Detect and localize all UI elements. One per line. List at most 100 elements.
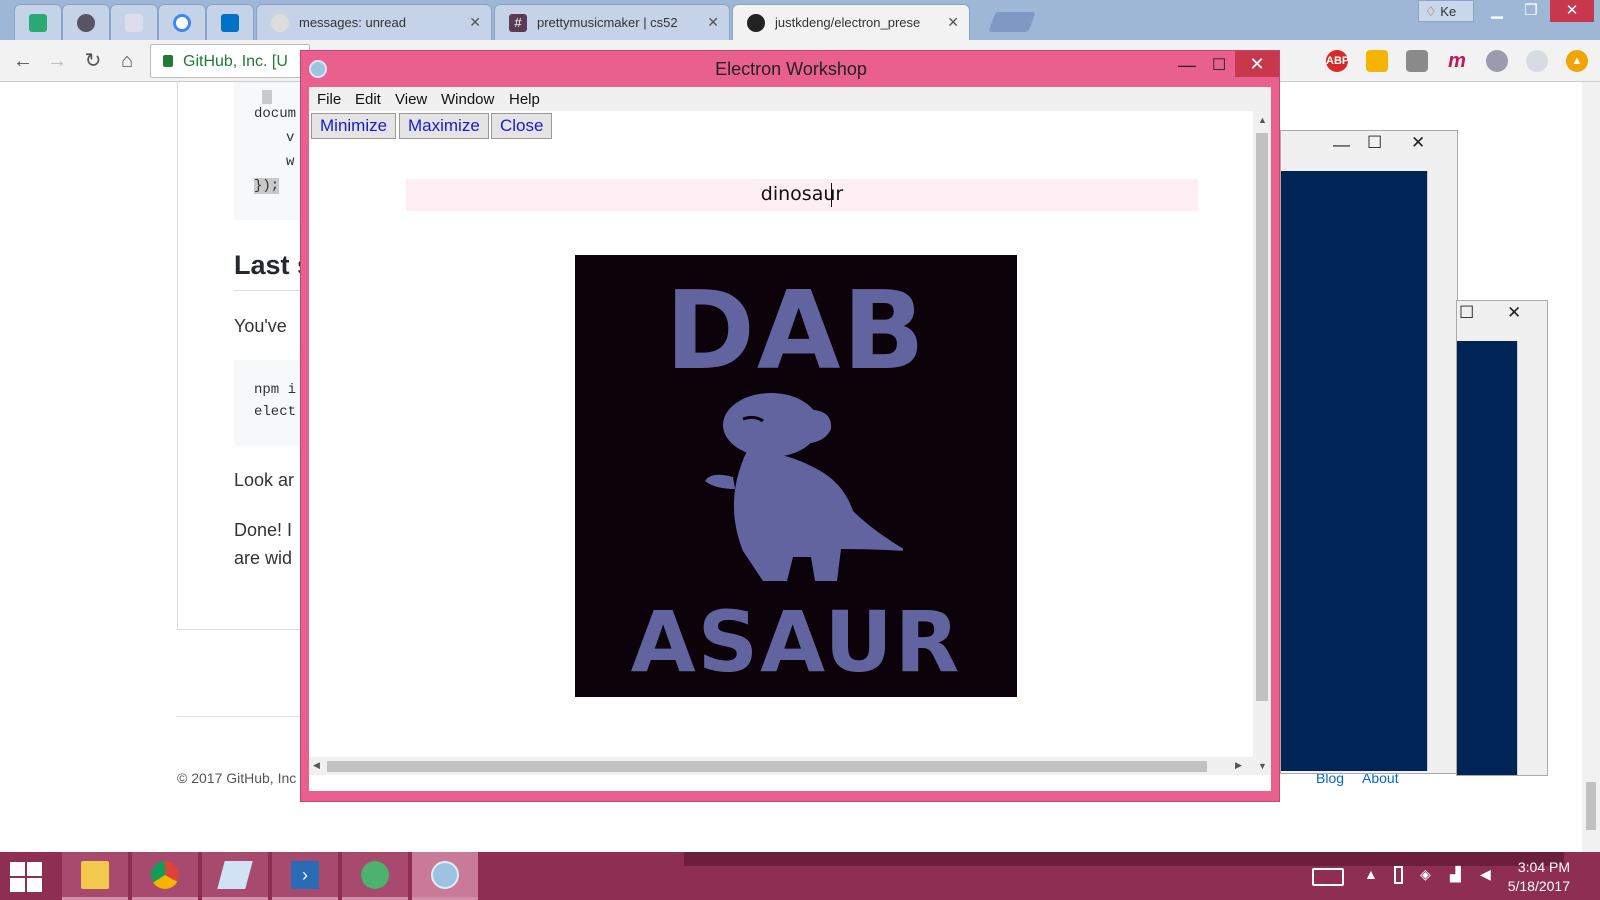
menu-edit[interactable]: Edit xyxy=(355,91,381,108)
chrome-icon xyxy=(151,861,179,889)
tab-pinned-1[interactable] xyxy=(14,4,62,40)
code-line: elect xyxy=(254,404,297,420)
powershell-icon: › xyxy=(291,861,319,889)
profile-icon: ♢ xyxy=(1425,4,1437,19)
windows-logo-pane xyxy=(27,878,42,892)
reload-button[interactable]: ↻ xyxy=(80,48,106,74)
start-button[interactable] xyxy=(10,862,44,892)
taskbar-file-explorer[interactable] xyxy=(62,852,128,900)
tab-pinned-google[interactable] xyxy=(158,4,206,40)
close-icon[interactable]: ✕ xyxy=(1411,133,1425,153)
scroll-up-icon[interactable]: ▲ xyxy=(1258,115,1267,125)
scrollbar-thumb[interactable] xyxy=(327,761,1207,772)
forward-button[interactable]: → xyxy=(44,48,70,74)
windows-logo-icon xyxy=(10,862,25,876)
extension-icon[interactable] xyxy=(1526,50,1548,72)
scroll-right-icon[interactable]: ▶ xyxy=(1235,760,1242,771)
address-text: GitHub, Inc. [U xyxy=(183,53,288,70)
code-line: npm i xyxy=(254,382,297,398)
menu-file[interactable]: File xyxy=(317,91,341,108)
scrollbar[interactable] xyxy=(1517,341,1539,775)
paragraph: Look ar xyxy=(234,470,295,490)
extension-icon[interactable] xyxy=(1366,50,1388,72)
text-caret xyxy=(831,183,832,207)
close-icon[interactable]: ✕ xyxy=(469,14,481,31)
background-window-1[interactable]: — ☐ ✕ xyxy=(1280,130,1458,774)
tab-pinned-3[interactable] xyxy=(110,4,158,40)
scroll-down-icon[interactable]: ▼ xyxy=(1258,761,1267,771)
tab-slack[interactable]: # prettymusicmaker | cs52 ✕ xyxy=(494,4,730,40)
clock[interactable]: 3:04 PM 5/18/2017 xyxy=(1500,858,1570,896)
menu-window[interactable]: Window xyxy=(441,91,494,108)
google-icon xyxy=(173,14,191,32)
github-icon xyxy=(747,14,765,32)
profile-chip[interactable]: ♢ Ke xyxy=(1418,0,1474,22)
lock-icon xyxy=(163,55,173,67)
gif-text-bottom: ASAUR xyxy=(630,593,962,691)
network-icon[interactable]: ▟ xyxy=(1450,866,1461,883)
tab-pinned-2[interactable] xyxy=(62,4,110,40)
battery-icon[interactable] xyxy=(1394,866,1403,884)
chrome-close-button[interactable]: ✕ xyxy=(1550,0,1594,22)
vertical-scrollbar[interactable]: ▲ ▼ xyxy=(1253,111,1271,775)
close-icon[interactable]: ✕ xyxy=(947,14,959,31)
taskbar-chrome[interactable] xyxy=(132,852,198,900)
taskbar: › ▲ ◈ ▟ ◀ 3:04 PM 5/18/2017 xyxy=(0,852,1600,900)
chrome-minimize-button[interactable]: ▁ xyxy=(1480,0,1514,22)
scrollbar-thumb[interactable] xyxy=(1256,133,1268,701)
maximize-button[interactable]: Maximize xyxy=(399,113,489,139)
maximize-icon[interactable]: ☐ xyxy=(1459,303,1474,323)
background-window-2[interactable]: ☐ ✕ xyxy=(1456,300,1548,776)
search-input[interactable]: dinosaur xyxy=(406,179,1198,211)
update-icon[interactable]: ▲ xyxy=(1566,50,1588,72)
electron-icon xyxy=(431,861,459,889)
scrollbar[interactable] xyxy=(1427,171,1447,771)
adblock-icon[interactable]: ABP xyxy=(1326,50,1349,72)
electron-window: Electron Workshop — ☐ ✕ File Edit View W… xyxy=(300,50,1280,802)
dinosaur-icon xyxy=(705,393,903,581)
react-icon[interactable] xyxy=(1486,50,1508,72)
chrome-restore-button[interactable]: ❐ xyxy=(1514,0,1548,22)
tab-reddit[interactable]: messages: unread ✕ xyxy=(256,4,492,40)
window-close-button[interactable]: ✕ xyxy=(1235,51,1279,77)
volume-icon[interactable]: ◀ xyxy=(1480,866,1491,883)
maximize-icon[interactable]: ☐ xyxy=(1367,133,1382,153)
paragraph: You've xyxy=(234,316,287,336)
code-line: v xyxy=(286,130,295,146)
menu-help[interactable]: Help xyxy=(509,91,540,108)
scrollbar-thumb[interactable] xyxy=(1586,782,1596,830)
close-icon[interactable]: ✕ xyxy=(707,14,719,31)
close-button[interactable]: Close xyxy=(491,113,553,139)
taskbar-electron[interactable] xyxy=(412,852,478,900)
close-icon[interactable]: ✕ xyxy=(1507,303,1521,323)
new-tab-button[interactable] xyxy=(988,12,1036,32)
tab-github[interactable]: justkdeng/electron_prese ✕ xyxy=(732,4,970,41)
window-maximize-button[interactable]: ☐ xyxy=(1203,55,1235,81)
menu-view[interactable]: View xyxy=(395,91,427,108)
taskbar-powershell[interactable]: › xyxy=(272,852,338,900)
code-block: npm i elect xyxy=(234,360,304,446)
extension-m-icon[interactable]: m xyxy=(1446,50,1468,72)
scroll-left-icon[interactable]: ◀ xyxy=(313,760,320,771)
paragraph: are wid xyxy=(234,548,293,568)
horizontal-scrollbar[interactable]: ◀ ▶ xyxy=(309,757,1253,775)
app-icon xyxy=(77,14,95,32)
show-hidden-icons-icon[interactable]: ▲ xyxy=(1364,866,1378,882)
extension-icon[interactable] xyxy=(1406,50,1428,72)
window-title: Electron Workshop xyxy=(715,59,867,79)
back-button[interactable]: ← xyxy=(10,48,36,74)
keyboard-icon[interactable] xyxy=(1312,868,1344,886)
tab-pinned-outlook[interactable] xyxy=(206,4,254,40)
minimize-icon[interactable]: — xyxy=(1333,135,1350,155)
window-minimize-button[interactable]: — xyxy=(1171,55,1203,81)
page-scrollbar[interactable] xyxy=(1582,82,1600,852)
reddit-icon xyxy=(271,14,289,32)
clock-time: 3:04 PM xyxy=(1517,859,1570,875)
home-button[interactable]: ⌂ xyxy=(114,48,140,74)
taskbar-atom[interactable] xyxy=(342,852,408,900)
notification-icon[interactable]: ◈ xyxy=(1420,866,1431,883)
address-bar[interactable]: GitHub, Inc. [U xyxy=(150,44,310,78)
minimize-button[interactable]: Minimize xyxy=(311,113,397,139)
taskbar-notepad[interactable] xyxy=(202,852,268,900)
gif-image: DAB ASAUR xyxy=(575,255,1017,697)
